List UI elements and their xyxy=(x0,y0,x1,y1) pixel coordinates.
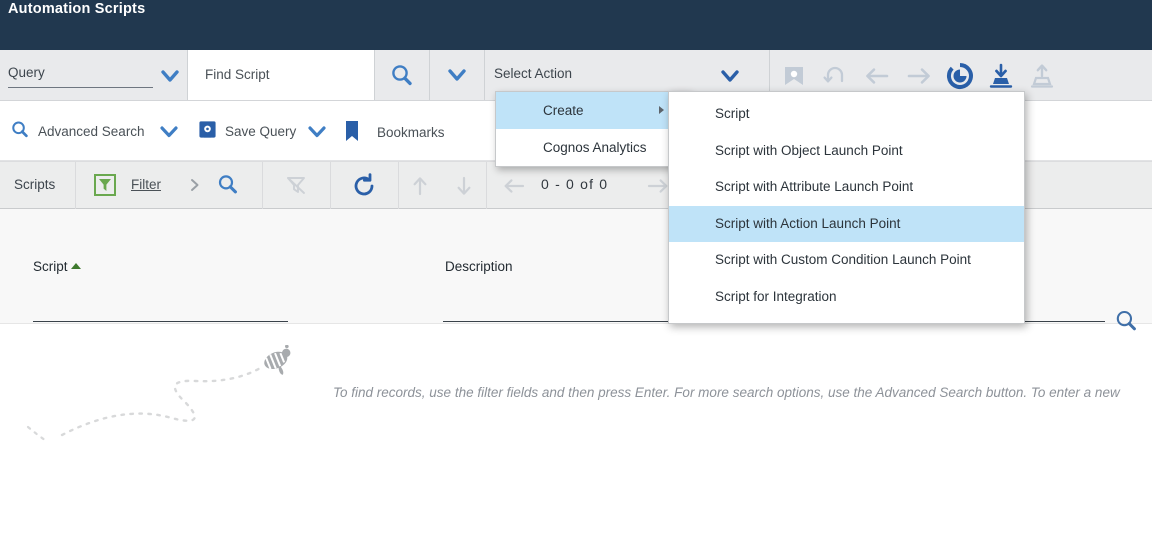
chevron-right-icon[interactable] xyxy=(188,177,202,198)
refresh-icon xyxy=(351,173,377,204)
chevron-down-icon xyxy=(718,66,742,91)
pagination-status: 0 - 0 of 0 xyxy=(541,176,609,192)
submenu-item-script-attribute-launch-point-label: Script with Attribute Launch Point xyxy=(715,179,914,194)
bookmarks-button[interactable]: Bookmarks xyxy=(345,120,445,145)
advanced-search-label: Advanced Search xyxy=(38,124,145,139)
find-script-go-button[interactable] xyxy=(375,50,430,100)
save-query-label: Save Query xyxy=(225,123,297,139)
submenu-item-script-for-integration[interactable]: Script for Integration xyxy=(669,279,1024,316)
change-status-icon[interactable] xyxy=(946,62,973,89)
find-script-options-button[interactable] xyxy=(430,50,485,100)
filter-icon[interactable] xyxy=(94,174,116,201)
advanced-search-button[interactable]: Advanced Search xyxy=(10,120,145,143)
download-icon[interactable] xyxy=(987,62,1013,88)
submenu-item-script-action-launch-point-label: Script with Action Launch Point xyxy=(715,215,901,231)
submenu-item-script[interactable]: Script xyxy=(669,96,1024,133)
undo-icon[interactable] xyxy=(822,63,848,89)
arrow-down-icon[interactable] xyxy=(452,174,476,203)
page-title: Automation Scripts xyxy=(8,1,146,17)
search-icon xyxy=(389,63,415,94)
search-icon xyxy=(10,120,30,143)
menu-item-create-label: Create xyxy=(543,103,584,118)
menu-item-cognos-analytics[interactable]: Cognos Analytics xyxy=(496,129,689,166)
row-search-icon[interactable] xyxy=(1113,308,1141,341)
submenu-item-script-action-launch-point[interactable]: Script with Action Launch Point xyxy=(669,205,1024,242)
arrow-left-icon[interactable] xyxy=(501,175,527,202)
submenu-arrow-icon xyxy=(659,106,664,114)
empty-state-message: To find records, use the filter fields a… xyxy=(333,385,1120,400)
column-header-description[interactable]: Description xyxy=(445,259,513,274)
menu-item-cognos-analytics-label: Cognos Analytics xyxy=(543,140,647,155)
create-submenu: Script Script with Object Launch Point S… xyxy=(668,91,1025,324)
chevron-down-icon xyxy=(445,65,469,90)
bookmark-icon xyxy=(345,120,359,145)
filter-link[interactable]: Filter xyxy=(131,177,161,192)
column-header-description-label: Description xyxy=(445,259,513,274)
arrow-up-icon[interactable] xyxy=(408,174,432,203)
pagination-group: 0 - 0 of 0 xyxy=(487,162,677,209)
save-query-icon xyxy=(198,120,217,142)
find-script-value: Find Script xyxy=(205,67,270,82)
select-action-dropdown: Create Cognos Analytics xyxy=(495,91,690,167)
insert-record-icon[interactable] xyxy=(781,63,807,89)
tab-scripts-label: Scripts xyxy=(14,177,56,192)
clear-filter-button[interactable] xyxy=(263,162,331,209)
menu-item-create[interactable]: Create xyxy=(496,92,689,129)
empty-state-illustration xyxy=(10,344,310,450)
clear-filter-icon xyxy=(284,175,308,202)
submenu-item-script-custom-condition-launch-point-label: Script with Custom Condition Launch Poin… xyxy=(715,252,971,267)
submenu-item-script-custom-condition-launch-point[interactable]: Script with Custom Condition Launch Poin… xyxy=(669,242,1024,279)
find-script-input[interactable]: Find Script xyxy=(188,50,375,100)
upload-icon[interactable] xyxy=(1028,62,1054,88)
column-header-script[interactable]: Script xyxy=(33,259,81,274)
query-selector[interactable]: Query xyxy=(0,50,188,100)
refresh-button[interactable] xyxy=(331,162,399,209)
filter-input-description[interactable] xyxy=(443,321,698,322)
tab-scripts[interactable]: Scripts xyxy=(0,162,76,209)
select-action-label: Select Action xyxy=(494,66,573,81)
query-label: Query xyxy=(8,65,153,88)
sort-buttons-group xyxy=(399,162,487,209)
save-query-button[interactable]: Save Query xyxy=(198,120,296,142)
bookmarks-label: Bookmarks xyxy=(377,125,445,140)
filter-input-script[interactable] xyxy=(33,321,288,322)
chevron-down-icon[interactable] xyxy=(158,66,182,91)
column-header-script-label: Script xyxy=(33,259,68,274)
filter-group: Filter xyxy=(76,162,263,209)
submenu-item-script-object-launch-point-label: Script with Object Launch Point xyxy=(715,142,903,158)
previous-record-icon[interactable] xyxy=(863,63,889,89)
next-record-icon[interactable] xyxy=(905,63,931,89)
submenu-item-script-label: Script xyxy=(715,106,750,121)
app-header: Automation Scripts xyxy=(0,0,1152,50)
filter-search-icon[interactable] xyxy=(216,173,240,202)
sort-ascending-icon xyxy=(70,263,81,269)
submenu-item-script-for-integration-label: Script for Integration xyxy=(715,288,837,304)
submenu-item-script-object-launch-point[interactable]: Script with Object Launch Point xyxy=(669,133,1024,170)
submenu-item-script-attribute-launch-point[interactable]: Script with Attribute Launch Point xyxy=(669,169,1024,206)
advanced-search-caret-icon[interactable] xyxy=(157,123,181,146)
save-query-caret-icon[interactable] xyxy=(305,123,329,146)
